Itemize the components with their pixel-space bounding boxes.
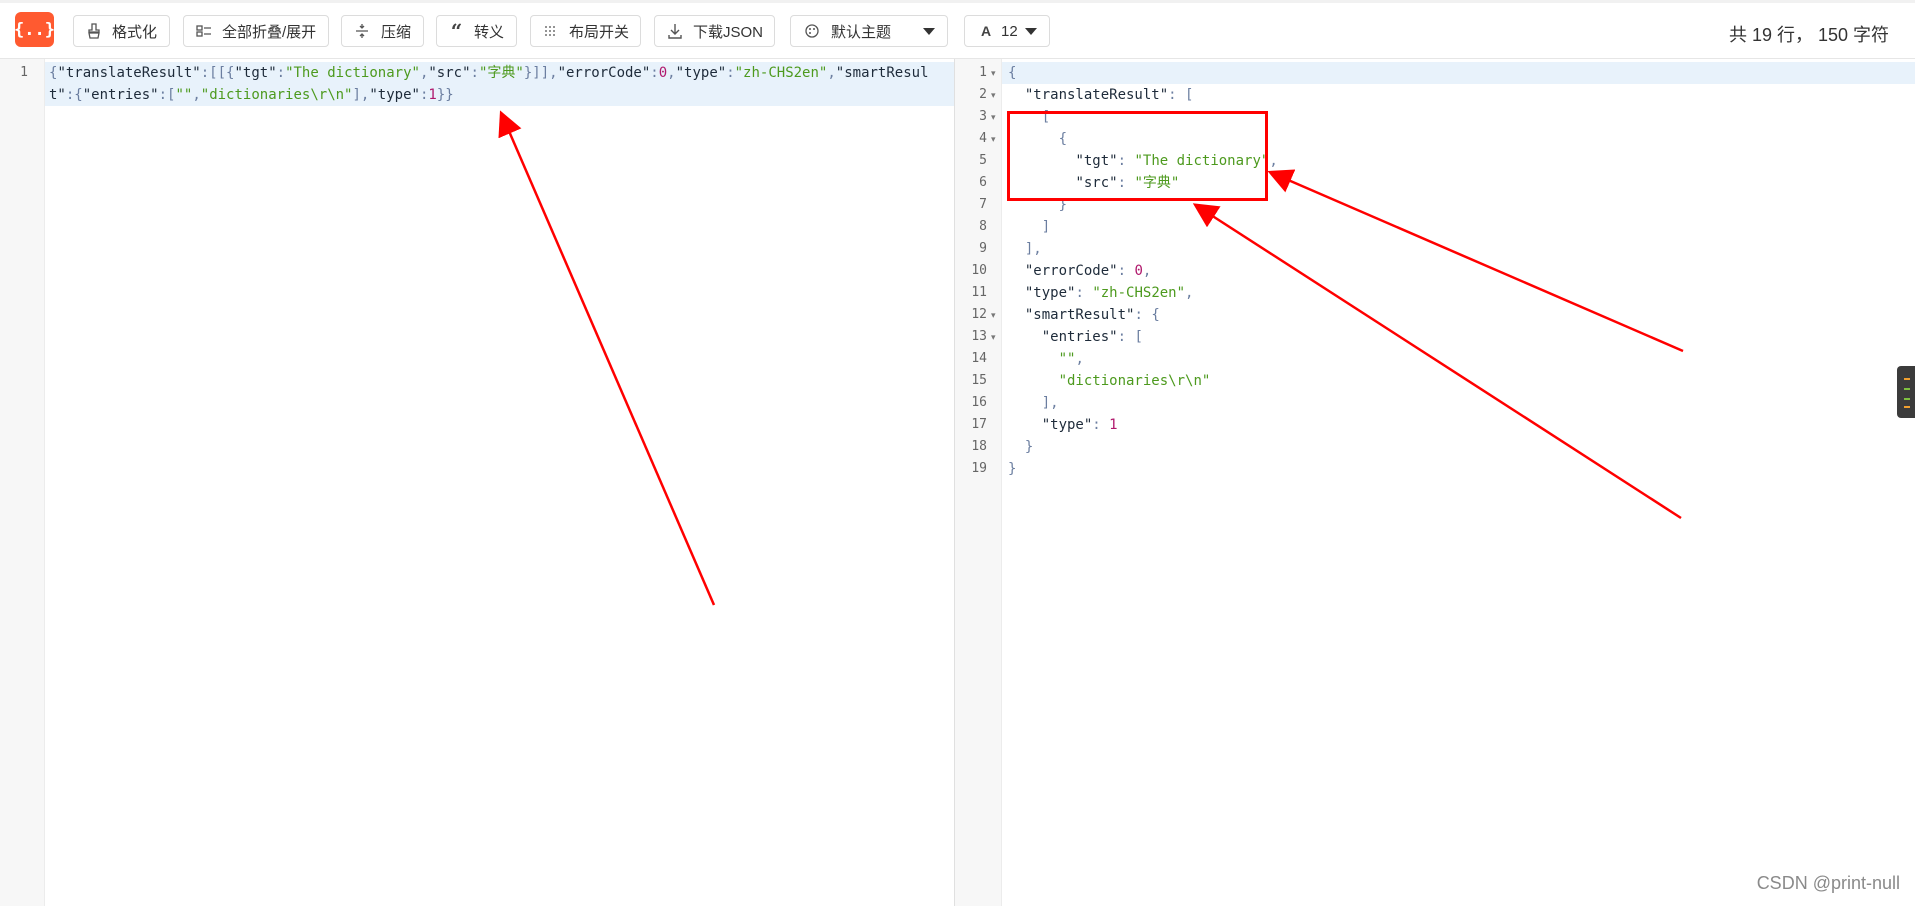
line-number: 16	[971, 395, 987, 410]
line-number: 6	[979, 175, 987, 190]
line-number: 11	[971, 285, 987, 300]
code-line: ],	[1024, 241, 1042, 257]
watermark: CSDN @print-null	[1756, 873, 1900, 893]
line-number: 5	[979, 153, 987, 168]
fold-toggle-icon[interactable]: ▾	[991, 304, 996, 326]
code-line: "entries": [	[1041, 329, 1143, 345]
line-number: 14	[971, 351, 987, 366]
font-size-icon: A	[980, 23, 992, 39]
fold-expand-all-button[interactable]: 全部折叠/展开	[183, 15, 329, 47]
fold-icon	[196, 22, 212, 40]
font-size-value: 12	[1001, 22, 1018, 40]
download-icon	[667, 22, 683, 40]
active-line-highlight	[1002, 62, 1915, 84]
app-logo[interactable]: {..}	[14, 12, 55, 47]
code-line: {	[1008, 65, 1017, 81]
code-line: ],	[1041, 395, 1059, 411]
minimap-scroll-marker[interactable]	[1897, 366, 1915, 418]
theme-select[interactable]: 默认主题	[790, 15, 948, 47]
code-line: "type": "zh-CHS2en",	[1024, 285, 1194, 301]
format-button[interactable]: 格式化	[73, 15, 170, 47]
line-number: 2	[979, 87, 987, 102]
chevron-down-icon	[1025, 28, 1037, 35]
line-number: 18	[971, 439, 987, 454]
fold-toggle-icon[interactable]: ▾	[991, 106, 996, 128]
code-line: }	[1008, 461, 1017, 477]
theme-select-value: 默认主题	[831, 23, 892, 41]
theme-icon	[803, 22, 821, 40]
fold-toggle-icon[interactable]: ▾	[991, 326, 996, 348]
code-line: }	[1024, 439, 1034, 455]
input-editor[interactable]: 1 {"translateResult":[[{"tgt":"The dicti…	[0, 59, 955, 906]
line-number: 8	[979, 219, 987, 234]
quote-icon: “	[450, 19, 463, 43]
toolbar: {..} 格式化 全部折叠/展开 压缩 “ 转义 布局开关 下载JSON 默认主…	[0, 0, 1915, 59]
code-line: "smartResult": {	[1024, 307, 1160, 323]
font-size-select[interactable]: A 12	[964, 15, 1050, 47]
line-number: 12	[971, 307, 987, 322]
code-line: "errorCode": 0,	[1024, 263, 1152, 279]
compress-label: 压缩	[380, 23, 411, 41]
line-number: 17	[971, 417, 987, 432]
layout-toggle-label: 布局开关	[569, 23, 630, 41]
input-gutter: 1	[0, 59, 45, 906]
layout-toggle-button[interactable]: 布局开关	[530, 15, 641, 47]
line-number: 10	[971, 263, 987, 278]
line-number: 7	[979, 197, 987, 212]
fold-toggle-icon[interactable]: ▾	[991, 84, 996, 106]
compress-icon	[354, 22, 371, 40]
line-number: 13	[971, 329, 987, 344]
escape-label: 转义	[473, 23, 504, 41]
chevron-down-icon	[923, 28, 935, 35]
fold-toggle-icon[interactable]: ▾	[991, 128, 996, 150]
layout-icon	[543, 22, 559, 40]
output-gutter: 1 ▾ 2 ▾ 3 ▾ 4 ▾ 5 6 7 8 9 10 11 12 ▾ 13 ▾ 14 15 16 17 18 19	[955, 59, 1002, 906]
top-border	[0, 0, 1915, 3]
download-json-button[interactable]: 下载JSON	[654, 15, 775, 47]
line-char-stats: 共 19 行， 150 字符	[1728, 25, 1889, 45]
compress-button[interactable]: 压缩	[341, 15, 424, 47]
line-number: 15	[971, 373, 987, 388]
line-number: 9	[979, 241, 987, 256]
download-json-label: 下载JSON	[693, 23, 764, 41]
code-line: "translateResult": [	[1024, 87, 1194, 103]
annotation-highlight-box	[1007, 111, 1268, 201]
format-button-label: 格式化	[112, 23, 158, 41]
escape-button[interactable]: “ 转义	[436, 15, 517, 47]
line-number: 4	[979, 131, 987, 146]
raw-json-text[interactable]: {"translateResult":[[{"tgt":"The diction…	[49, 62, 949, 106]
code-line: ]	[1041, 219, 1051, 235]
line-number: 1	[979, 65, 987, 80]
line-number: 3	[979, 109, 987, 124]
line-number: 1	[20, 65, 28, 80]
brush-icon	[86, 22, 102, 40]
code-line: "type": 1	[1041, 417, 1118, 433]
line-number: 19	[971, 461, 987, 476]
fold-toggle-icon[interactable]: ▾	[991, 62, 996, 84]
code-line: "dictionaries\r\n"	[1058, 373, 1211, 389]
fold-expand-all-label: 全部折叠/展开	[222, 23, 317, 41]
code-line: "",	[1058, 351, 1084, 367]
